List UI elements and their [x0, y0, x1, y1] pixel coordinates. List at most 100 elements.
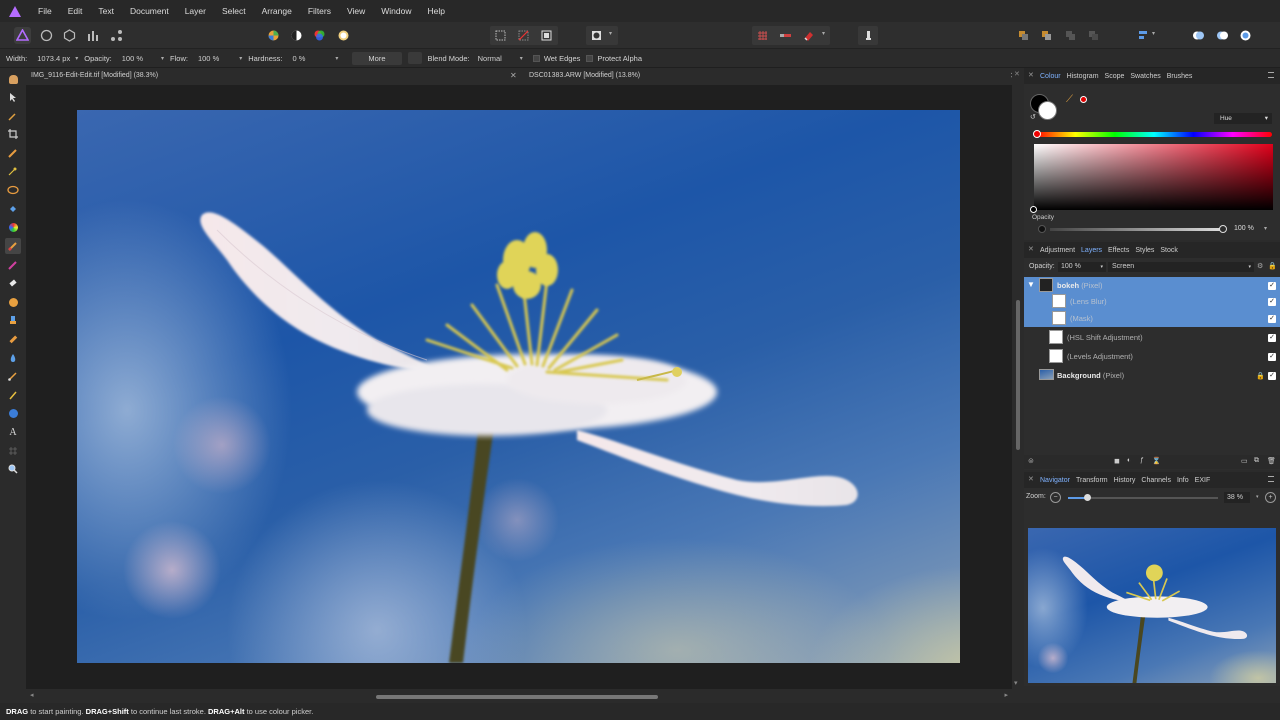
menu-help[interactable]: Help: [420, 0, 453, 22]
opacity-dropdown-icon[interactable]: ▾: [161, 55, 164, 62]
layer-blend-mode-select[interactable]: Screen ▾: [1108, 262, 1254, 272]
marquee-selection-icon[interactable]: [492, 27, 509, 44]
menu-window[interactable]: Window: [373, 0, 419, 22]
colour-opacity-knob[interactable]: [1219, 225, 1227, 233]
tab-colour[interactable]: Colour: [1040, 73, 1061, 80]
clone-brush-tool-icon[interactable]: [5, 312, 21, 328]
tone-mapping-persona-icon[interactable]: [85, 27, 102, 44]
colour-opacity-dropdown-icon[interactable]: ▾: [1264, 225, 1267, 232]
colour-mode-select[interactable]: Hue ▾: [1214, 113, 1272, 124]
menu-select[interactable]: Select: [214, 0, 254, 22]
add-mask-icon[interactable]: ◼: [1114, 457, 1120, 465]
tab-styles[interactable]: Styles: [1135, 247, 1154, 254]
layer-lock-icon[interactable]: 🔒: [1268, 262, 1277, 270]
document-tab-1[interactable]: IMG_9116-Edit-Edit.tif [Modified] (38.3%…: [31, 72, 158, 79]
layers-options-icon[interactable]: ⊜: [1028, 457, 1034, 465]
crop-tool-icon[interactable]: [5, 126, 21, 142]
gradient-tool-icon[interactable]: [5, 219, 21, 235]
brush-preview-icon[interactable]: [407, 52, 422, 64]
layer-row[interactable]: Background (Pixel) 🔒 ✓: [1024, 367, 1280, 384]
snapping-icon[interactable]: [777, 27, 794, 44]
layer-visibility-checkbox[interactable]: ✓: [1268, 352, 1276, 361]
assistant-manager-icon[interactable]: [860, 27, 877, 44]
erase-brush-tool-icon[interactable]: [5, 275, 21, 291]
quick-mask-icon[interactable]: [588, 27, 605, 44]
zoom-slider-knob[interactable]: [1084, 494, 1091, 501]
shape-tool-icon[interactable]: [5, 405, 21, 421]
hue-slider-knob[interactable]: [1033, 130, 1041, 138]
menu-edit[interactable]: Edit: [60, 0, 91, 22]
zoom-in-icon[interactable]: +: [1265, 492, 1276, 503]
duplicate-layer-icon[interactable]: ⧉: [1254, 457, 1259, 465]
pen-tool-icon[interactable]: [5, 368, 21, 384]
document-canvas-image[interactable]: [77, 110, 960, 663]
magnet-snapping-icon[interactable]: [800, 27, 817, 44]
colour-replacement-tool-icon[interactable]: [5, 257, 21, 273]
tab-navigator[interactable]: Navigator: [1040, 477, 1070, 484]
tab-channels[interactable]: Channels: [1141, 477, 1171, 484]
menu-arrange[interactable]: Arrange: [254, 0, 300, 22]
wet-edges-checkbox[interactable]: Wet Edges: [532, 54, 580, 63]
tab-swatches[interactable]: Swatches: [1130, 73, 1160, 80]
tab-adjustment[interactable]: Adjustment: [1040, 247, 1075, 254]
layer-settings-icon[interactable]: ⚙: [1257, 262, 1263, 270]
menu-view[interactable]: View: [339, 0, 373, 22]
zoom-tool-icon[interactable]: [5, 461, 21, 477]
document-tab-2[interactable]: DSC01383.ARW [Modified] (13.8%): [529, 72, 640, 79]
scroll-right-icon[interactable]: ▸: [1004, 691, 1008, 699]
saturation-value-box[interactable]: [1034, 144, 1273, 210]
width-field[interactable]: 1073.4 px: [37, 54, 70, 63]
flood-select-tool-icon[interactable]: [5, 163, 21, 179]
mesh-warp-tool-icon[interactable]: [5, 443, 21, 459]
node-tool-icon[interactable]: [5, 387, 21, 403]
tab-transform[interactable]: Transform: [1076, 477, 1108, 484]
paint-brush-tool-icon[interactable]: [5, 238, 21, 254]
add-live-filter-icon[interactable]: ƒ: [1140, 457, 1144, 464]
tab-history[interactable]: History: [1114, 477, 1136, 484]
colour-picker-tool-icon[interactable]: [5, 108, 21, 124]
menu-filters[interactable]: Filters: [300, 0, 339, 22]
layer-visibility-checkbox[interactable]: ✓: [1268, 371, 1276, 380]
protect-alpha-box[interactable]: [586, 54, 594, 62]
protect-alpha-checkbox[interactable]: Protect Alpha: [586, 54, 642, 63]
delete-layer-icon[interactable]: 🗑: [1267, 457, 1276, 465]
width-dropdown-icon[interactable]: ▾: [75, 55, 78, 62]
invert-selection-icon[interactable]: [538, 27, 555, 44]
marquee-tool-icon[interactable]: [5, 182, 21, 198]
layer-opacity-field[interactable]: 100 % ▾: [1058, 262, 1106, 272]
layer-row[interactable]: (Lens Blur) ✓: [1024, 293, 1280, 310]
panel-close-icon[interactable]: ✕: [1028, 71, 1034, 79]
opacity-field[interactable]: 100 %: [122, 54, 143, 63]
horizontal-scrollbar[interactable]: ◂ ▸: [26, 689, 1012, 703]
hardness-dropdown-icon[interactable]: ▾: [335, 55, 338, 62]
zoom-value-field[interactable]: 38 %: [1224, 492, 1250, 503]
affinity-logo-icon[interactable]: [0, 0, 30, 22]
auto-colours-icon[interactable]: [311, 27, 328, 44]
colour-opacity-value[interactable]: 100 %: [1234, 225, 1254, 232]
expand-layer-icon[interactable]: ▼: [1027, 280, 1035, 289]
scroll-left-icon[interactable]: ◂: [30, 691, 34, 699]
text-tool-icon[interactable]: A: [5, 424, 21, 440]
menu-document[interactable]: Document: [122, 0, 177, 22]
sv-picker-knob[interactable]: [1030, 206, 1037, 213]
layer-row[interactable]: ▼ bokeh (Pixel) ✓: [1024, 277, 1280, 294]
picked-colour-icon[interactable]: [1080, 96, 1087, 103]
panel-menu-icon[interactable]: [1268, 72, 1274, 78]
swap-colours-icon[interactable]: ↺: [1030, 113, 1036, 121]
hue-slider[interactable]: [1036, 132, 1272, 137]
blur-brush-tool-icon[interactable]: [5, 350, 21, 366]
close-document-icon[interactable]: ✕: [1014, 70, 1020, 78]
layer-visibility-checkbox[interactable]: ✓: [1268, 297, 1276, 306]
flood-fill-tool-icon[interactable]: [5, 201, 21, 217]
menu-file[interactable]: File: [30, 0, 60, 22]
develop-persona-icon[interactable]: [61, 27, 78, 44]
layer-locked-icon[interactable]: 🔒: [1256, 372, 1265, 380]
add-group-icon[interactable]: ▭: [1241, 457, 1248, 465]
zoom-out-icon[interactable]: −: [1050, 492, 1061, 503]
layer-visibility-checkbox[interactable]: ✓: [1268, 333, 1276, 342]
add-adjustment-icon[interactable]: ◐: [1127, 457, 1131, 464]
secondary-colour-swatch[interactable]: [1038, 101, 1057, 120]
deselect-icon[interactable]: [515, 27, 532, 44]
zoom-dropdown-icon[interactable]: ▾: [1256, 492, 1259, 503]
move-tool-icon[interactable]: [5, 89, 21, 105]
